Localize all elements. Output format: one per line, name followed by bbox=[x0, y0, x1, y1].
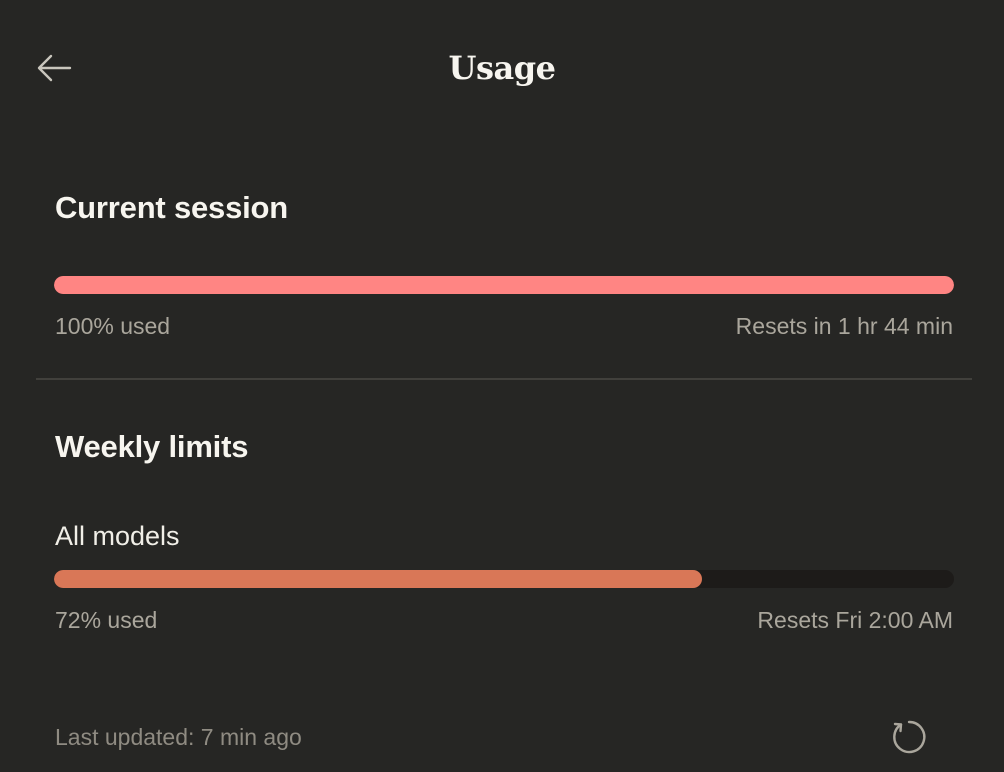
page-title: Usage bbox=[448, 49, 556, 87]
current-session-stats: 100% used Resets in 1 hr 44 min bbox=[55, 311, 953, 341]
refresh-button[interactable] bbox=[884, 712, 934, 762]
refresh-icon bbox=[893, 720, 926, 754]
all-models-label: All models bbox=[55, 521, 180, 551]
weekly-limits-heading: Weekly limits bbox=[55, 429, 249, 464]
all-models-stats: 72% used Resets Fri 2:00 AM bbox=[55, 605, 953, 635]
header: Usage bbox=[0, 0, 1004, 136]
section-divider bbox=[36, 378, 972, 380]
current-session-used-label: 100% used bbox=[55, 313, 171, 339]
current-session-progress-bar bbox=[54, 276, 954, 294]
current-session-heading: Current session bbox=[55, 190, 289, 225]
current-session-reset-label: Resets in 1 hr 44 min bbox=[735, 313, 953, 339]
current-session-progress-fill bbox=[54, 276, 954, 294]
all-models-progress-fill bbox=[54, 570, 702, 588]
all-models-progress-bar bbox=[54, 570, 954, 588]
all-models-used-label: 72% used bbox=[55, 607, 158, 633]
all-models-reset-label: Resets Fri 2:00 AM bbox=[757, 607, 953, 633]
usage-screen: Usage Current session 100% used Resets i… bbox=[0, 0, 1004, 772]
last-updated-label: Last updated: 7 min ago bbox=[55, 724, 302, 750]
